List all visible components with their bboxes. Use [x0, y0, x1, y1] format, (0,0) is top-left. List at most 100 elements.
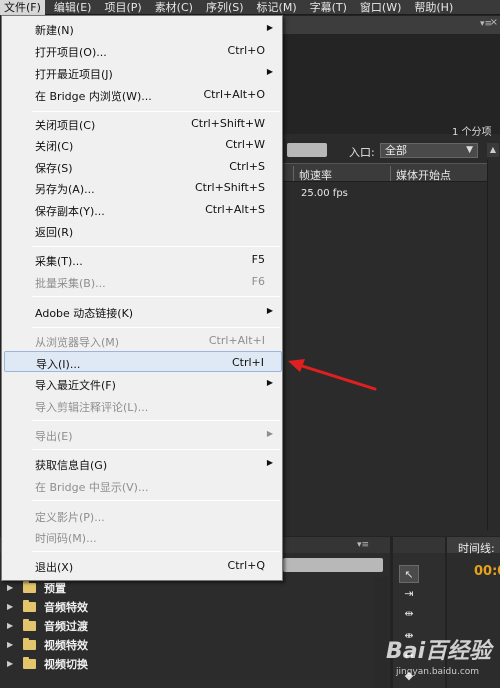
menu-item-label: 退出(X): [35, 561, 74, 574]
folder-icon: [23, 637, 36, 650]
tree-node-audio-effects[interactable]: ▶ 音频特效: [0, 597, 375, 616]
menu-edit[interactable]: 编辑(E): [50, 0, 96, 15]
menu-divider: [32, 327, 280, 328]
menu-item-label: 时间码(M)...: [35, 532, 97, 545]
selection-tool-icon[interactable]: ↖: [399, 565, 419, 583]
menu-item-get-properties[interactable]: 获取信息自(G) ▶: [4, 453, 282, 474]
menu-item-label: 获取信息自(G): [35, 459, 108, 472]
folder-icon: [23, 618, 36, 631]
effects-search-input[interactable]: [283, 558, 383, 572]
menu-title[interactable]: 字幕(T): [306, 0, 351, 15]
menu-item-label: 在 Bridge 中显示(V)...: [35, 481, 149, 494]
menu-divider: [32, 246, 280, 247]
menu-item-open-recent[interactable]: 打开最近项目(J) ▶: [4, 62, 282, 83]
menu-item-batch-capture[interactable]: 批量采集(B)... F6: [4, 271, 282, 292]
column-divider: [390, 166, 391, 181]
menu-item-label: 导出(E): [35, 430, 73, 443]
menu-item-export[interactable]: 导出(E) ▶: [4, 424, 282, 445]
tree-node-label: 音频过渡: [44, 619, 88, 633]
folder-icon: [23, 656, 36, 669]
menu-item-exit[interactable]: 退出(X) Ctrl+Q: [4, 555, 282, 576]
menu-marker[interactable]: 标记(M): [253, 0, 301, 15]
menu-item-label: 关闭(C): [35, 140, 74, 153]
menu-item-label: Adobe 动态链接(K): [35, 307, 134, 320]
menu-help[interactable]: 帮助(H): [410, 0, 457, 15]
menu-item-capture[interactable]: 采集(T)... F5: [4, 249, 282, 270]
menu-item-close[interactable]: 关闭(C) Ctrl+W: [4, 134, 282, 155]
menu-clip[interactable]: 素材(C): [151, 0, 197, 15]
watermark-url: jingyan.baidu.com: [396, 667, 480, 677]
menu-item-close-project[interactable]: 关闭项目(C) Ctrl+Shift+W: [4, 113, 282, 134]
submenu-arrow-icon: ▶: [266, 23, 273, 32]
expand-triangle-icon[interactable]: ▶: [7, 621, 17, 630]
menu-divider: [32, 449, 280, 450]
menu-item-reveal-in-bridge[interactable]: 在 Bridge 中显示(V)...: [4, 475, 282, 496]
menu-item-label: 导入(I)...: [36, 358, 81, 371]
menu-item-save-copy[interactable]: 保存副本(Y)... Ctrl+Alt+S: [4, 199, 282, 220]
menu-item-shortcut: Ctrl+Alt+S: [205, 203, 265, 216]
tree-node-label: 视频切换: [44, 657, 88, 671]
file-menu-dropdown: 新建(N) ▶ 打开项目(O)... Ctrl+O 打开最近项目(J) ▶ 在 …: [1, 15, 283, 581]
menu-item-import-clip-notes[interactable]: 导入剪辑注释评论(L)...: [4, 395, 282, 416]
table-row[interactable]: 25.00 fps: [283, 183, 487, 205]
menu-item-save-as[interactable]: 另存为(A)... Ctrl+Shift+S: [4, 177, 282, 198]
column-header: 帧速率 媒体开始点: [283, 163, 487, 182]
menu-file[interactable]: 文件(F): [0, 0, 45, 15]
preview-area: [283, 34, 500, 134]
menu-item-define-movie[interactable]: 定义影片(P)...: [4, 505, 282, 526]
tree-node-video-effects[interactable]: ▶ 视频特效: [0, 635, 375, 654]
ripple-edit-tool-icon[interactable]: ⇹: [399, 605, 419, 623]
annotation-arrow-icon: [288, 359, 377, 391]
scroll-up-arrow-icon[interactable]: ▲: [487, 143, 499, 157]
column-frame-rate[interactable]: 帧速率: [299, 167, 332, 183]
menu-divider: [32, 111, 280, 112]
chevron-down-icon: ▼: [466, 145, 473, 155]
menu-item-dynamic-link[interactable]: Adobe 动态链接(K) ▶: [4, 301, 282, 322]
menu-item-shortcut: F5: [251, 253, 265, 266]
timeline-label: 时间线:: [458, 542, 495, 555]
menu-item-shortcut: Ctrl+Shift+S: [195, 181, 265, 194]
menu-item-save[interactable]: 保存(S) Ctrl+S: [4, 156, 282, 177]
menu-item-label: 定义影片(P)...: [35, 511, 105, 524]
menu-divider: [32, 420, 280, 421]
expand-triangle-icon[interactable]: ▶: [7, 602, 17, 611]
menu-item-revert[interactable]: 返回(R): [4, 220, 282, 241]
menu-item-browse-bridge[interactable]: 在 Bridge 内浏览(W)... Ctrl+Alt+O: [4, 84, 282, 105]
menu-item-import-recent[interactable]: 导入最近文件(F) ▶: [4, 373, 282, 394]
menu-item-shortcut: F6: [251, 275, 265, 288]
item-count: 1 个分项: [452, 127, 492, 138]
close-icon[interactable]: ×: [490, 17, 498, 28]
project-search-input[interactable]: [287, 143, 327, 157]
menu-item-label: 关闭项目(C): [35, 119, 96, 132]
menu-item-timecode[interactable]: 时间码(M)...: [4, 526, 282, 547]
menu-item-label: 导入剪辑注释评论(L)...: [35, 401, 149, 414]
menu-item-open-project[interactable]: 打开项目(O)... Ctrl+O: [4, 40, 282, 61]
menu-item-shortcut: Ctrl+W: [225, 138, 265, 151]
menu-item-import-from-browser[interactable]: 从浏览器导入(M) Ctrl+Alt+I: [4, 330, 282, 351]
menu-project[interactable]: 项目(P): [100, 0, 145, 15]
menu-item-shortcut: Ctrl+S: [229, 160, 265, 173]
menu-window[interactable]: 窗口(W): [356, 0, 405, 15]
timecode-display[interactable]: 00:0: [474, 564, 500, 579]
entry-select[interactable]: 全部 ▼: [380, 143, 478, 158]
vertical-scrollbar[interactable]: [487, 160, 499, 530]
menu-item-label: 新建(N): [35, 24, 74, 37]
tree-node-label: 视频特效: [44, 638, 88, 652]
tree-node-video-transitions[interactable]: ▶ 视频切换: [0, 654, 375, 673]
tree-node-audio-transitions[interactable]: ▶ 音频过渡: [0, 616, 375, 635]
menu-sequence[interactable]: 序列(S): [202, 0, 248, 15]
column-media-start[interactable]: 媒体开始点: [396, 167, 451, 183]
menu-item-label: 保存(S): [35, 162, 73, 175]
panel-menu-icon[interactable]: ▾≡: [357, 540, 369, 550]
menu-item-new[interactable]: 新建(N) ▶: [4, 18, 282, 39]
menu-item-label: 另存为(A)...: [35, 183, 95, 196]
expand-triangle-icon[interactable]: ▶: [7, 640, 17, 649]
menu-item-label: 打开最近项目(J): [35, 68, 113, 81]
menu-bar: 文件(F) 编辑(E) 项目(P) 素材(C) 序列(S) 标记(M) 字幕(T…: [0, 0, 500, 15]
track-select-tool-icon[interactable]: ⇥: [399, 585, 419, 603]
expand-triangle-icon[interactable]: ▶: [7, 583, 17, 592]
expand-triangle-icon[interactable]: ▶: [7, 659, 17, 668]
submenu-arrow-icon: ▶: [266, 429, 273, 438]
submenu-arrow-icon: ▶: [266, 378, 273, 387]
menu-item-import[interactable]: 导入(I)... Ctrl+I: [4, 351, 282, 372]
